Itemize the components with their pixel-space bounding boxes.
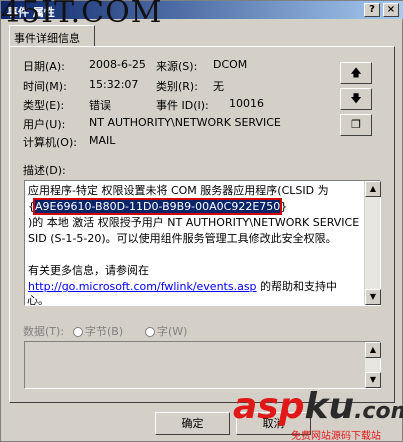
scroll-down-arrow-icon[interactable]: ▼: [365, 289, 381, 305]
description-line: 心。: [27, 294, 49, 307]
radio-words[interactable]: 字(W): [145, 323, 187, 339]
help-button[interactable]: ?: [364, 3, 380, 17]
arrow-up-icon: 🡅: [350, 66, 362, 79]
aspku-logo: aspku.com: [233, 386, 403, 427]
description-line: 有关更多信息，请参阅在: [28, 264, 149, 277]
event-properties-window: 事件 属性 ? × 45IT.COM 事件详细信息 日期(A): 2008-6-…: [0, 0, 403, 442]
date-value: 2008-6-25: [89, 58, 146, 71]
tab-event-details[interactable]: 事件详细信息: [9, 25, 95, 47]
data-label: 数据(T):: [23, 325, 65, 338]
time-value: 15:32:07: [89, 78, 139, 91]
close-button[interactable]: ×: [383, 3, 399, 17]
copy-button[interactable]: ❐: [340, 114, 372, 136]
radio-bytes[interactable]: 字节(B): [73, 323, 123, 339]
computer-label: 计算机(O):: [23, 136, 77, 149]
category-label: 类别(R):: [156, 80, 198, 93]
description-line: 应用程序-特定 权限设置未将 COM 服务器应用程序(CLSID 为: [28, 184, 329, 197]
date-label: 日期(A):: [23, 60, 65, 73]
description-label: 描述(D):: [23, 164, 66, 177]
user-label: 用户(U):: [23, 118, 66, 131]
description-textbox[interactable]: 应用程序-特定 权限设置未将 COM 服务器应用程序(CLSID 为 {A9E6…: [24, 180, 381, 306]
type-label: 类型(E):: [23, 99, 65, 112]
description-line: )的 本地 激活 权限授予用户 NT AUTHORITY\NETWORK SER…: [28, 216, 360, 229]
data-textbox[interactable]: ▲ ▼: [24, 341, 381, 389]
radio-icon: [145, 327, 155, 337]
arrow-down-icon: 🡇: [350, 92, 362, 105]
source-label: 来源(S):: [156, 60, 198, 73]
description-line: SID (S-1-5-20)。可以使用组件服务管理工具修改此安全权限。: [28, 232, 337, 245]
ok-button[interactable]: 确定: [155, 412, 230, 435]
next-event-button[interactable]: 🡇: [340, 88, 372, 110]
category-value: 无: [213, 80, 224, 93]
scroll-up-arrow-icon[interactable]: ▲: [365, 342, 381, 358]
source-value: DCOM: [213, 58, 248, 71]
help-link[interactable]: http://go.microsoft.com/fwlink/events.as…: [28, 280, 257, 293]
type-value: 错误: [89, 99, 111, 112]
previous-event-button[interactable]: 🡅: [340, 62, 372, 84]
scroll-up-arrow-icon[interactable]: ▲: [365, 181, 381, 197]
copy-icon: ❐: [351, 118, 361, 131]
aspku-logo-subtitle: 免费网站源码下载站: [291, 431, 381, 442]
description-scrollbar[interactable]: ▲ ▼: [364, 181, 381, 305]
event-id-label: 事件 ID(I):: [156, 99, 209, 112]
computer-value: MAIL: [89, 134, 116, 147]
time-label: 时间(M):: [23, 80, 67, 93]
data-scrollbar[interactable]: ▲ ▼: [364, 342, 381, 388]
clsid-highlight[interactable]: A9E69610-B80D-11D0-B9B9-00A0C922E750: [32, 198, 283, 215]
radio-icon: [73, 327, 83, 337]
event-id-value: 10016: [229, 97, 264, 110]
user-value: NT AUTHORITY\NETWORK SERVICE: [89, 116, 281, 129]
